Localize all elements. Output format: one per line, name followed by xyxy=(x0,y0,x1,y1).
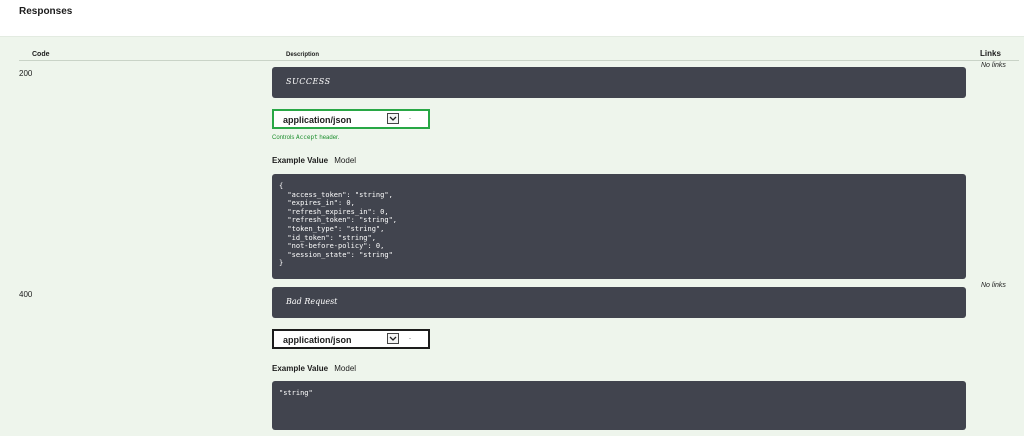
response-200-description-box: SUCCESS xyxy=(272,67,966,98)
chevron-down-icon xyxy=(387,333,399,344)
chevron-down-icon xyxy=(387,113,399,124)
response-400-description: Bad Request xyxy=(286,297,338,306)
media-type-value: application/json xyxy=(283,115,352,125)
response-400-example-tabs: Example Value Model xyxy=(272,364,356,373)
column-header-links: Links xyxy=(980,49,1001,58)
response-200-description: SUCCESS xyxy=(286,77,331,86)
response-200-links: No links xyxy=(981,62,1006,69)
tab-example-value[interactable]: Example Value xyxy=(272,156,328,165)
response-code-400: 400 xyxy=(19,290,33,299)
response-400-media-type-select[interactable]: application/json xyxy=(272,329,430,349)
tab-model[interactable]: Model xyxy=(334,364,356,373)
hint-prefix: Controls xyxy=(272,135,295,141)
select-divider xyxy=(409,118,411,119)
tab-model[interactable]: Model xyxy=(334,156,356,165)
hint-code: Accept xyxy=(296,134,318,141)
response-200-example-tabs: Example Value Model xyxy=(272,156,356,165)
hint-suffix: header. xyxy=(319,135,340,141)
column-header-description: Description xyxy=(286,52,320,58)
response-code-200: 200 xyxy=(19,69,33,78)
response-200-example-json: { "access_token": "string", "expires_in"… xyxy=(279,182,398,268)
column-header-code: Code xyxy=(32,51,50,58)
select-divider xyxy=(409,338,411,339)
header-divider xyxy=(19,60,1019,61)
response-400-links: No links xyxy=(981,282,1006,289)
tab-example-value[interactable]: Example Value xyxy=(272,364,328,373)
response-400-description-box: Bad Request xyxy=(272,287,966,318)
response-200-media-type-select[interactable]: application/json xyxy=(272,109,430,129)
response-200-example-box: { "access_token": "string", "expires_in"… xyxy=(272,174,966,279)
media-type-value: application/json xyxy=(283,335,352,345)
response-400-example-json: "string" xyxy=(279,389,313,397)
responses-header-bar: Responses xyxy=(0,0,1024,37)
controls-accept-hint: Controls Accept header. xyxy=(272,134,339,141)
response-400-example-box: "string" xyxy=(272,381,966,430)
section-title: Responses xyxy=(19,6,73,17)
